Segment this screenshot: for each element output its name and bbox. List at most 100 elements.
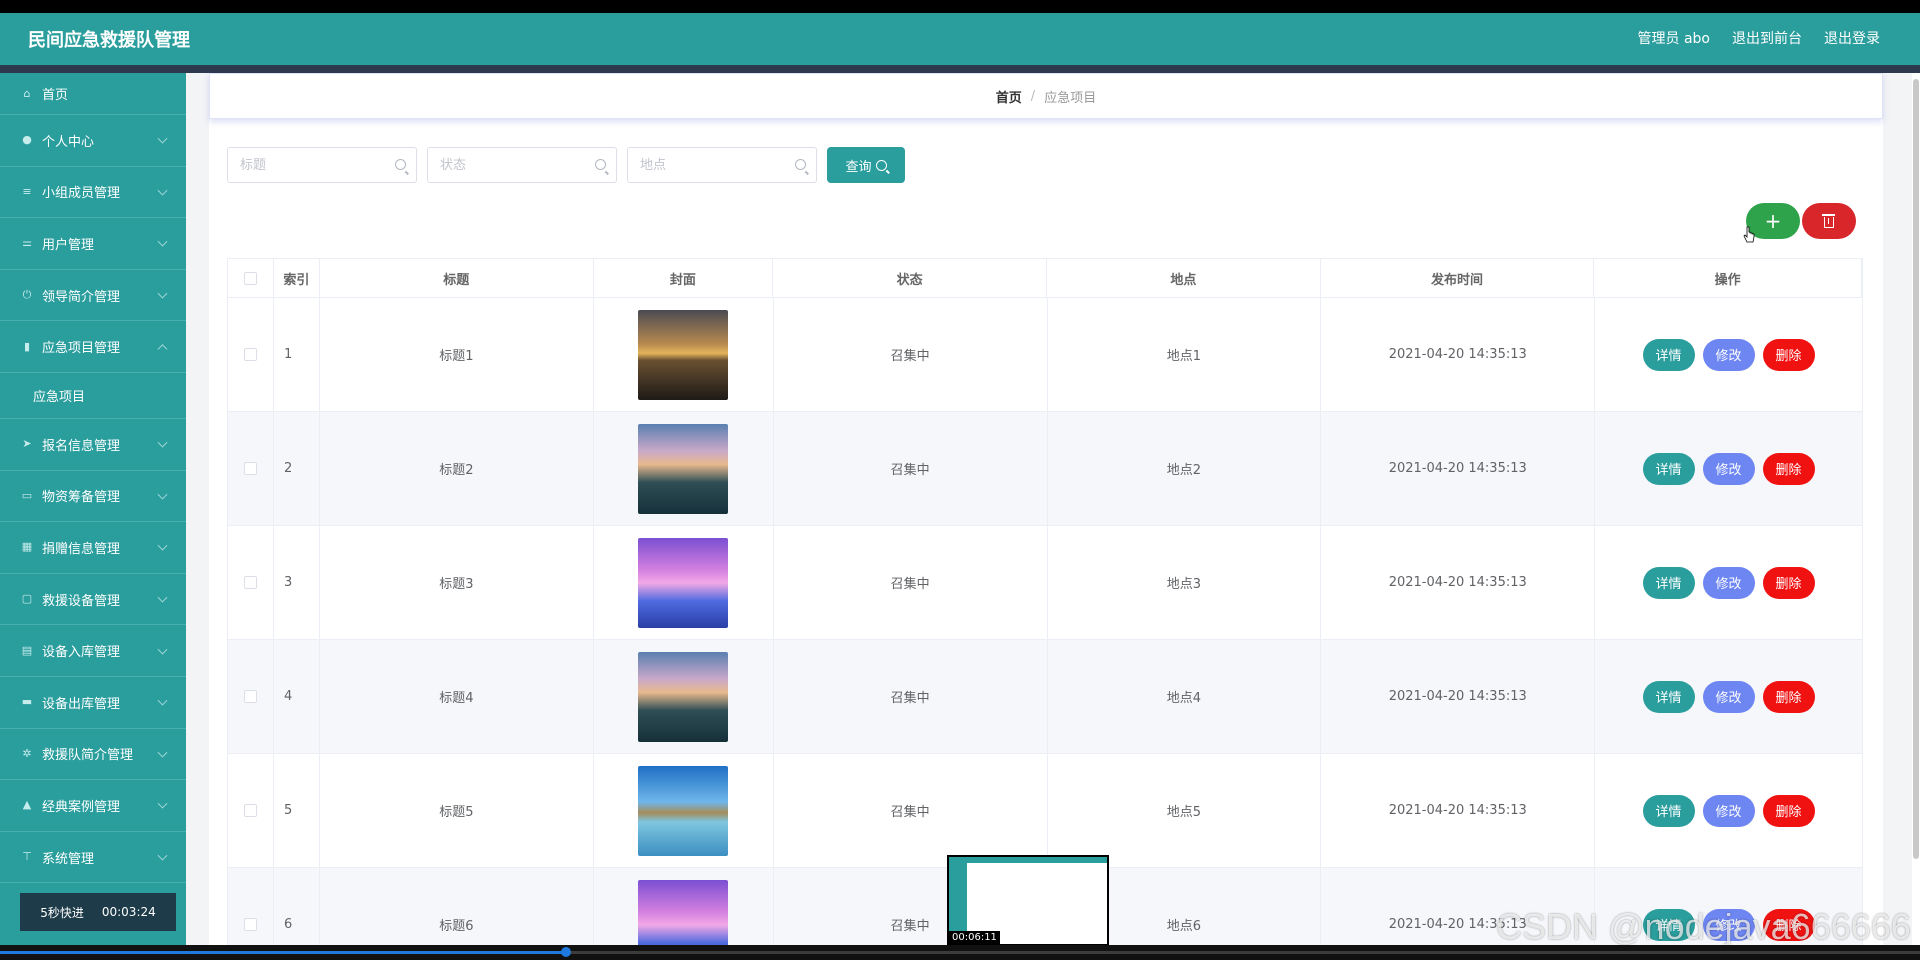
delete-button[interactable]: 删除 [1762,794,1815,827]
scrollbar-thumb[interactable] [1913,79,1919,859]
sidebar-item-home[interactable]: ⌂ 首页 [0,73,186,115]
search-icon [595,159,606,170]
title-search-input[interactable] [228,148,388,182]
detail-button[interactable]: 详情 [1642,338,1695,371]
chevron-down-icon [157,541,168,552]
delete-button[interactable]: 删除 [1762,566,1815,599]
title-search-field[interactable] [227,147,417,183]
sidebar-item-label: 报名信息管理 [42,438,121,454]
row-place: 地点4 [1048,640,1322,753]
detail-button[interactable]: 详情 [1642,566,1695,599]
stamp-icon: ⊤ [22,850,32,864]
chevron-down-icon [157,799,168,809]
video-preview-thumbnail: 00:06:11 [947,855,1109,946]
delete-button[interactable]: 删除 [1762,680,1815,713]
sidebar-item-stock-in[interactable]: ▤ 设备入库管理 [0,625,186,677]
sidebar-item-label: 用户管理 [42,237,95,253]
status-search-field[interactable] [427,147,617,183]
header-checkbox-cell [228,259,274,297]
chevron-up-icon [157,343,168,354]
chevron-down-icon [157,133,168,144]
select-all-checkbox[interactable] [243,271,257,285]
sidebar-item-personal[interactable]: ● 个人中心 [0,115,186,167]
video-progress-bar[interactable] [0,945,1920,960]
sidebar-item-equipment[interactable]: ▢ 救援设备管理 [0,574,186,626]
table-header: 索引 标题 封面 状态 地点 发布时间 操作 [227,258,1863,298]
progress-knob[interactable] [561,947,572,957]
row-index: 6 [274,868,320,945]
sidebar-subitem-projects[interactable]: 应急项目 [0,373,186,419]
sidebar-item-projects[interactable]: ▮ 应急项目管理 [0,321,186,373]
page-scrollbar[interactable] [1912,73,1920,945]
logout-link[interactable]: 退出登录 [1824,28,1880,48]
sidebar-item-label: 设备出库管理 [42,696,121,712]
row-checkbox[interactable] [243,804,257,817]
row-cover-cell [594,412,774,525]
sidebar-item-label: 捐赠信息管理 [42,541,121,557]
breadcrumb-home[interactable]: 首页 [996,87,1022,106]
place-search-input[interactable] [628,148,788,182]
delete-button[interactable]: 删除 [1762,452,1815,485]
fast-forward-button[interactable]: 5秒快进 00:03:24 [20,893,176,931]
sidebar-item-users[interactable]: ⚌ 用户管理 [0,218,186,270]
batch-delete-button[interactable] [1802,203,1856,239]
table-body: 1 标题1 召集中 地点1 2021-04-20 14:35:13 详情 修改 … [227,298,1863,945]
row-checkbox[interactable] [243,918,257,931]
sidebar-item-stock-out[interactable]: ▬ 设备出库管理 [0,677,186,729]
send-icon: ➤ [22,437,32,451]
row-checkbox[interactable] [243,576,257,589]
sidebar-item-signup[interactable]: ➤ 报名信息管理 [0,419,186,471]
edit-button[interactable]: 修改 [1702,338,1755,371]
row-place: 地点5 [1048,754,1322,867]
row-place: 地点1 [1048,298,1322,411]
edit-button[interactable]: 修改 [1702,452,1755,485]
sidebar-item-label: 物资筹备管理 [42,490,121,506]
header-ops: 操作 [1594,259,1863,297]
delete-button[interactable]: 删除 [1762,338,1815,371]
sidebar-item-donations[interactable]: ▦ 捐赠信息管理 [0,522,186,574]
preview-timestamp: 00:06:11 [949,931,1000,944]
sidebar-item-system[interactable]: ⊤ 系统管理 [0,832,186,884]
navbar-divider [0,65,1920,73]
chevron-down-icon [157,850,168,861]
row-cover-cell [594,298,774,411]
query-label: 查询 [845,159,872,175]
clipboard-icon: ▮ [23,339,31,353]
row-checkbox[interactable] [243,690,257,703]
row-time: 2021-04-20 14:35:13 [1321,526,1596,639]
back-to-front-link[interactable]: 退出到前台 [1732,28,1802,48]
chevron-down-icon [157,237,168,248]
sidebar-item-leaders[interactable]: ⏻ 领导简介管理 [0,270,186,322]
row-title: 标题3 [320,526,594,639]
sidebar-item-cases[interactable]: ▲ 经典案例管理 [0,780,186,832]
settings-icon: ✲ [22,746,32,760]
header-cover: 封面 [594,259,774,297]
row-checkbox[interactable] [243,462,257,475]
status-search-input[interactable] [428,148,588,182]
sidebar-item-label: 应急项目管理 [42,341,121,357]
row-status: 召集中 [774,298,1048,411]
sidebar-item-members[interactable]: ≡ 小组成员管理 [0,167,186,219]
row-actions: 详情 修改 删除 [1595,298,1863,411]
edit-button[interactable]: 修改 [1702,566,1755,599]
row-checkbox[interactable] [243,348,257,361]
query-button[interactable]: 查询 [827,147,905,183]
header-place: 地点 [1047,259,1321,297]
sidebar-item-team-intro[interactable]: ✲ 救援队简介管理 [0,729,186,781]
table-row: 4 标题4 召集中 地点4 2021-04-20 14:35:13 详情 修改 … [227,640,1863,754]
sidebar-item-supplies[interactable]: ▭ 物资筹备管理 [0,471,186,523]
detail-button[interactable]: 详情 [1642,680,1695,713]
hand-cursor-icon [1743,226,1755,243]
sidebar-item-label: 系统管理 [42,851,95,867]
detail-button[interactable]: 详情 [1642,794,1695,827]
row-checkbox-cell [228,526,274,639]
edit-button[interactable]: 修改 [1702,794,1755,827]
fast-forward-label: 5秒快进 [40,905,84,920]
header-time: 发布时间 [1321,259,1595,297]
place-search-field[interactable] [627,147,817,183]
row-index: 1 [274,298,320,411]
edit-button[interactable]: 修改 [1702,680,1755,713]
admin-label: 管理员 abo [1637,31,1710,47]
breadcrumb: 首页 / 应急项目 [209,73,1883,119]
detail-button[interactable]: 详情 [1642,452,1695,485]
